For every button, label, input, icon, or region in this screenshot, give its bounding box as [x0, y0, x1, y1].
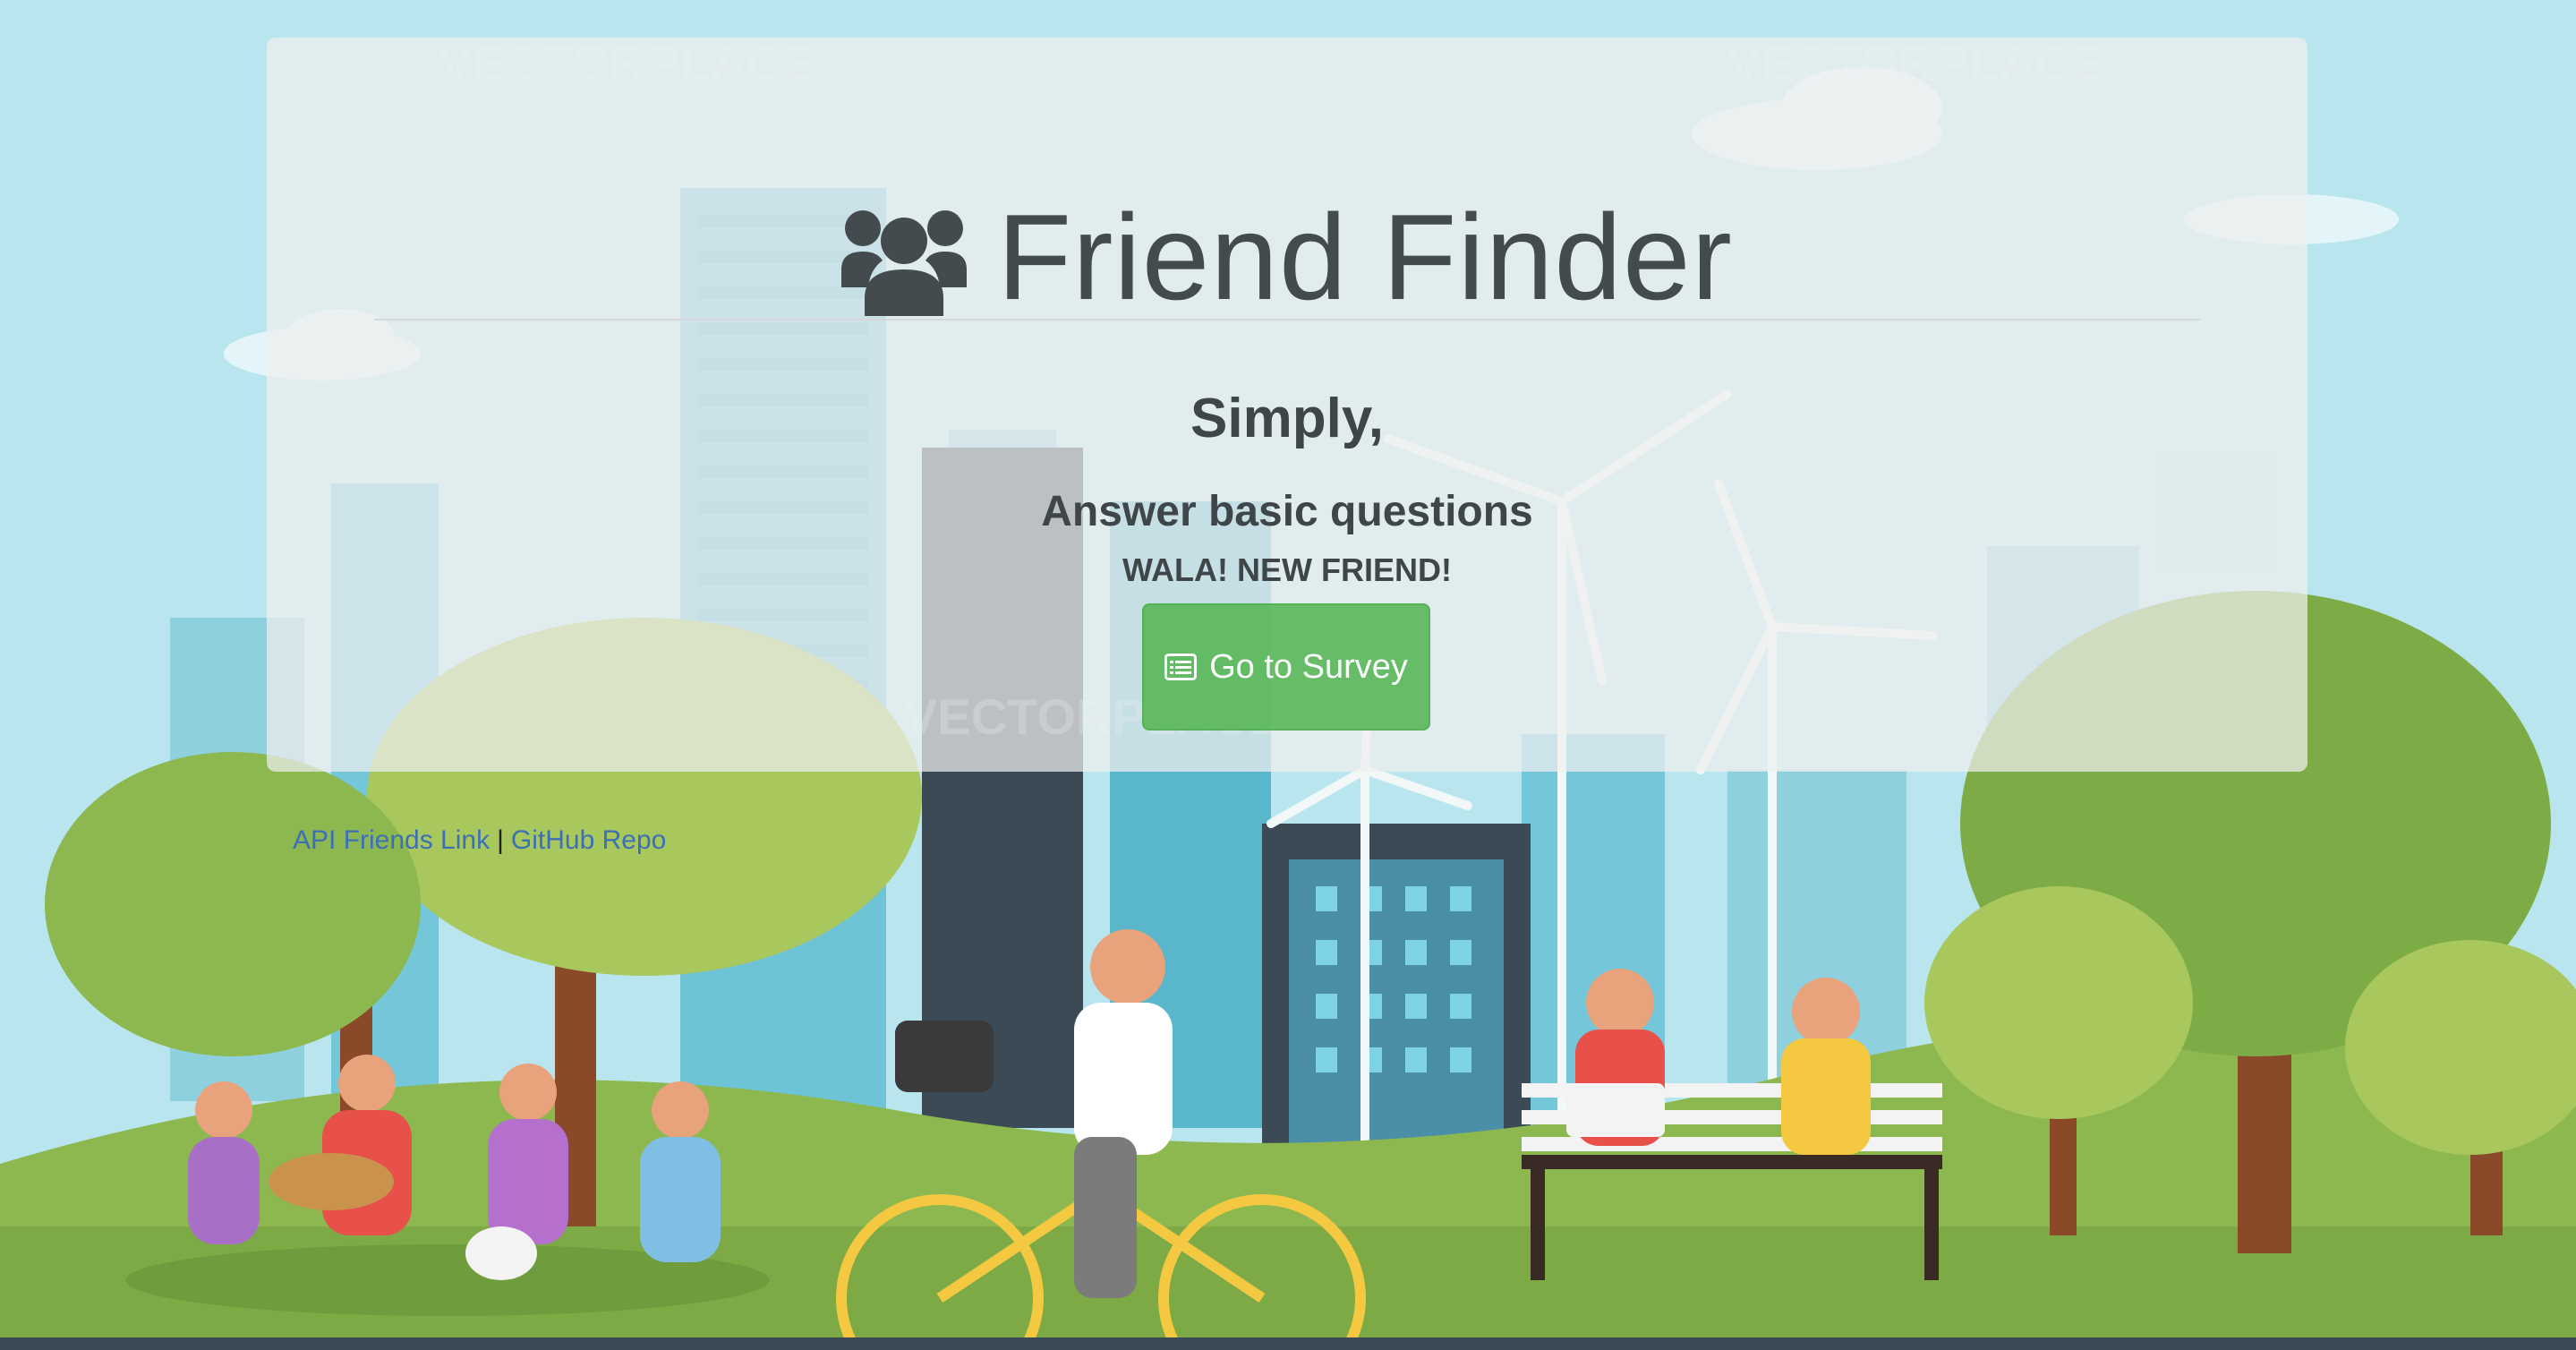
go-to-survey-button[interactable]: Go to Survey: [1142, 603, 1430, 731]
tagline-simply: Simply,: [1190, 388, 1384, 449]
divider: [374, 319, 2200, 320]
tagline-wala: WALA! NEW FRIEND!: [1122, 551, 1452, 588]
jumbotron: Friend Finder Simply, Answer basic quest…: [267, 38, 2307, 772]
page-title: Friend Finder: [267, 190, 2307, 324]
title-text: Friend Finder: [997, 189, 1733, 325]
link-separator: |: [497, 825, 504, 855]
go-to-survey-label: Go to Survey: [1209, 647, 1408, 686]
bottom-bar: [0, 1337, 2576, 1350]
users-icon: [841, 210, 968, 316]
tagline-answer: Answer basic questions: [1041, 488, 1533, 535]
list-alt-icon: [1164, 654, 1198, 680]
api-friends-link[interactable]: API Friends Link: [293, 825, 490, 855]
github-repo-link[interactable]: GitHub Repo: [511, 825, 666, 855]
page: VECTORPLACE VECTORPLACE VECTORPLACE Frie…: [0, 0, 2576, 1350]
footer-links: API Friends Link | GitHub Repo: [293, 825, 666, 856]
